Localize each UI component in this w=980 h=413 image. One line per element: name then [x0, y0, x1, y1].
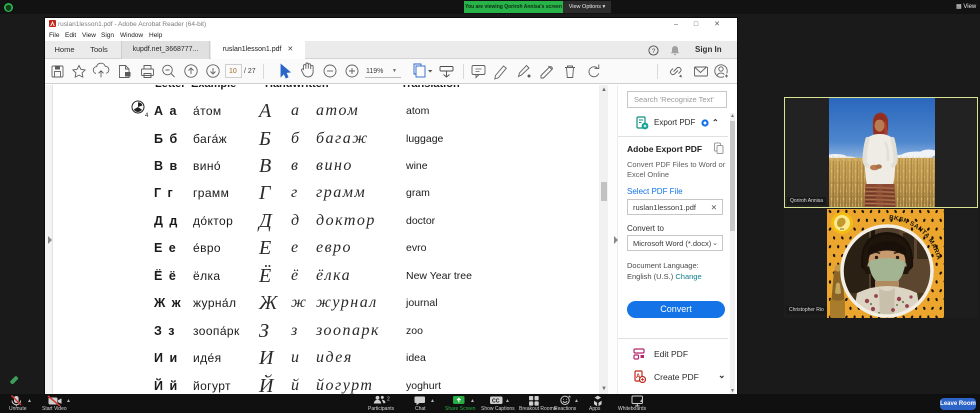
- svg-text:2: 2: [387, 397, 390, 403]
- svg-text:CC: CC: [492, 398, 500, 404]
- svg-text:?: ?: [652, 48, 656, 55]
- svg-text:4: 4: [145, 113, 149, 119]
